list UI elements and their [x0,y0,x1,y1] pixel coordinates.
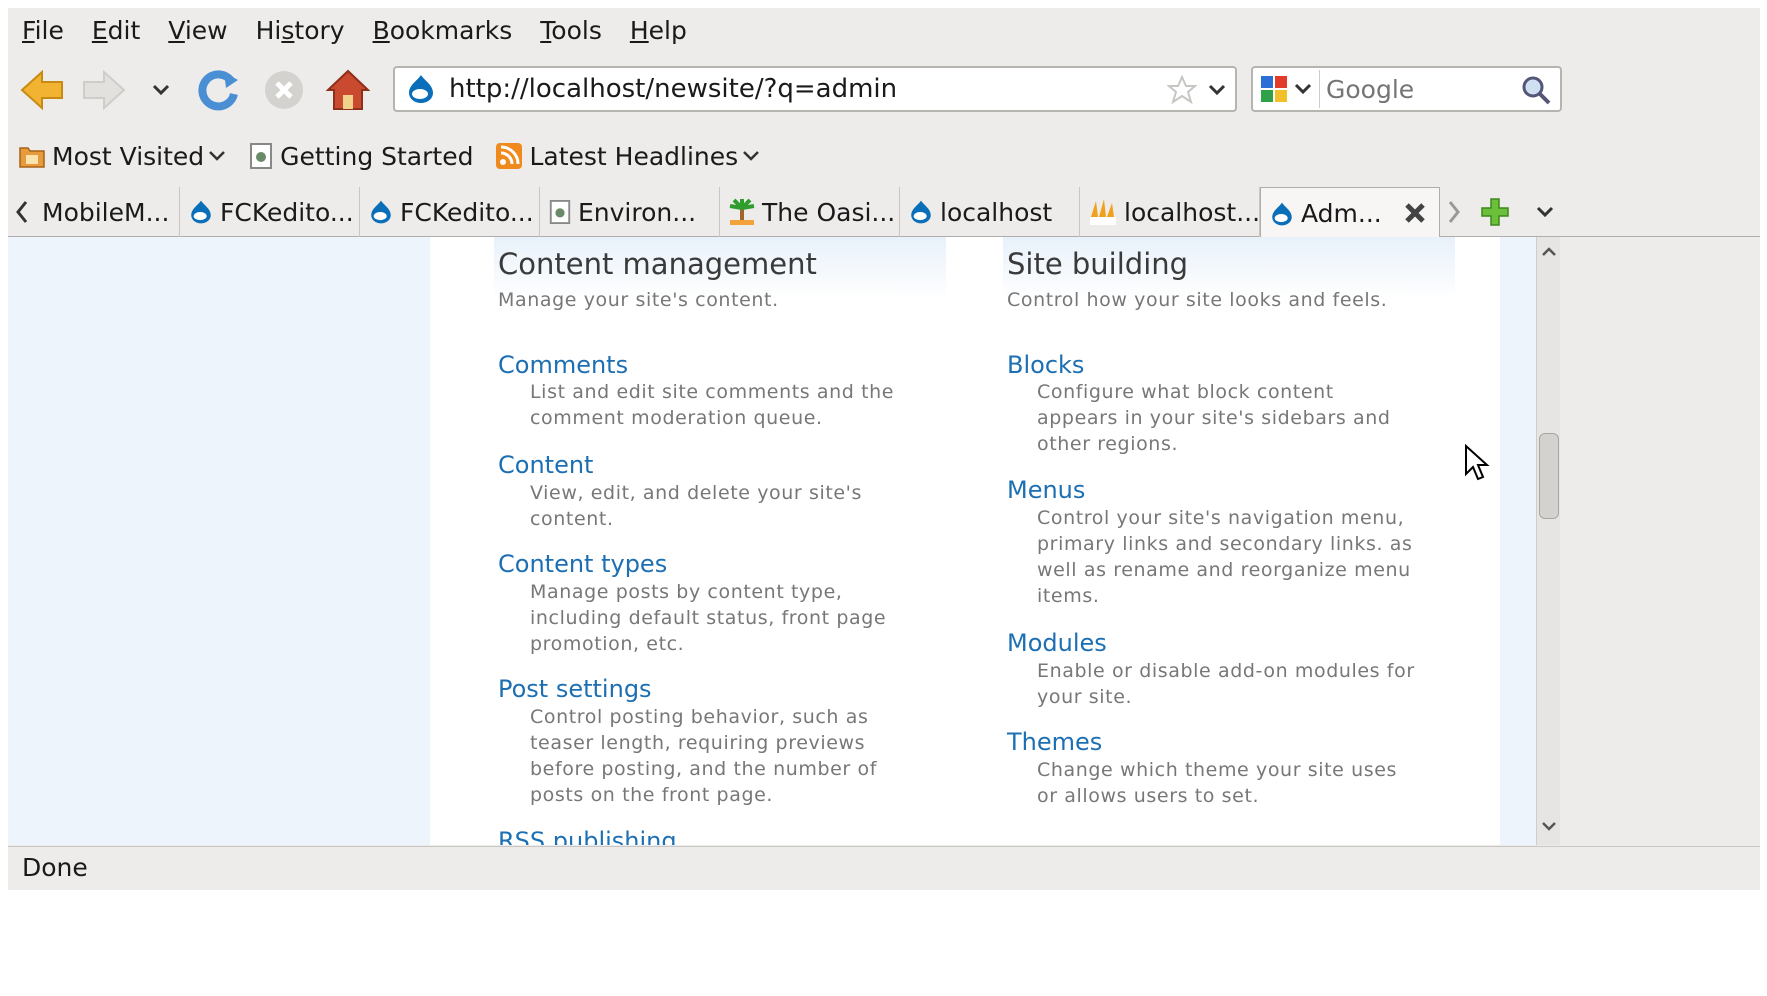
tab-admin[interactable]: Adm... [1260,187,1440,239]
navigation-toolbar: http://localhost/newsite/?q=admin [8,56,1760,124]
menu-bookmarks[interactable]: Bookmarks [373,16,527,45]
menu-help[interactable]: Help [630,16,701,45]
home-icon [326,69,370,110]
stop-button[interactable] [260,66,308,114]
search-input[interactable] [1326,74,1516,104]
vertical-scrollbar[interactable] [1536,237,1560,845]
search-engine-button[interactable] [1259,70,1320,108]
bookmark-getting-started[interactable]: Getting Started [248,142,473,171]
section-desc-content-management: Manage your site's content. [498,289,779,311]
tab-scroll-left-button[interactable] [8,187,36,237]
tab-localhost[interactable]: localhost [900,187,1080,237]
chevron-down-icon [152,84,170,96]
drupal-icon [1272,202,1292,225]
link-content-types[interactable]: Content types [498,550,667,578]
link-menus[interactable]: Menus [1007,476,1085,504]
tab-list-button[interactable] [1528,187,1562,237]
reload-icon [198,70,238,111]
drupal-icon [409,75,433,103]
desc-themes: Change which theme your site uses or all… [1037,759,1398,807]
url-bar[interactable]: http://localhost/newsite/?q=admin [393,66,1237,112]
link-post-settings[interactable]: Post settings [498,675,652,703]
palm-icon [729,198,755,225]
link-comments[interactable]: Comments [498,351,628,379]
drupal-icon [371,200,391,224]
chevron-right-icon [1448,201,1460,223]
url-dropdown-icon[interactable] [1207,83,1227,97]
tab-scroll-right-button[interactable] [1440,187,1468,237]
link-blocks[interactable]: Blocks [1007,351,1084,379]
page-sidebar [8,237,430,845]
forward-button[interactable] [80,66,128,114]
link-modules[interactable]: Modules [1007,629,1107,657]
search-icon[interactable] [1520,74,1552,106]
search-bar [1251,66,1562,112]
bookmarks-toolbar: Most Visited Getting Started Latest Head… [8,128,1760,184]
folder-icon [19,147,45,168]
desc-post-settings: Control posting behavior, such as teaser… [530,706,877,806]
menu-history[interactable]: History [256,16,359,45]
desc-content: View, edit, and delete your site's conte… [530,482,863,530]
section-desc-site-building: Control how your site looks and feels. [1007,289,1388,311]
desc-comments: List and edit site comments and the comm… [530,381,895,429]
back-arrow-icon [20,70,63,110]
browser-window: File Edit View History Bookmarks Tools H… [0,0,1767,996]
section-title-content-management: Content management [498,247,817,281]
rss-icon [496,143,523,169]
chevron-left-icon [16,201,28,223]
menu-tools[interactable]: Tools [540,16,616,45]
bookmark-star-icon[interactable] [1167,75,1197,105]
close-tab-icon[interactable] [1403,201,1427,225]
scroll-up-icon[interactable] [1541,247,1557,257]
section-title-site-building: Site building [1007,247,1189,281]
scrollbar-thumb[interactable] [1539,433,1559,519]
page-right-margin [1500,237,1536,845]
bookmark-latest-headlines[interactable]: Latest Headlines [495,142,760,171]
link-content[interactable]: Content [498,451,593,479]
link-rss-publishing[interactable]: RSS publishing [498,827,677,845]
chevron-down-icon [1294,83,1312,95]
tab-fckeditor-2[interactable]: FCKedito... [360,187,540,237]
tab-fckeditor-1[interactable]: FCKedito... [180,187,360,237]
home-button[interactable] [324,66,372,114]
url-text: http://localhost/newsite/?q=admin [449,74,898,104]
mouse-cursor-icon [1465,444,1490,481]
new-tab-button[interactable] [1476,187,1514,237]
chevron-down-icon [209,151,226,161]
desc-blocks: Configure what block content appears in … [1037,381,1391,455]
history-dropdown-button[interactable] [146,66,176,114]
menu-bar: File Edit View History Bookmarks Tools H… [8,8,1760,53]
plus-icon [1481,198,1509,226]
menu-view[interactable]: View [168,16,241,45]
chevron-down-icon [743,151,760,161]
desc-modules: Enable or disable add-on modules for you… [1037,660,1415,708]
tab-mobilem[interactable]: MobileM... [34,187,180,237]
menu-file[interactable]: File [22,16,78,45]
back-button[interactable] [18,66,66,114]
bookmark-most-visited[interactable]: Most Visited [18,142,226,171]
desc-menus: Control your site's navigation menu, pri… [1037,507,1413,607]
menu-edit[interactable]: Edit [92,16,154,45]
phpmyadmin-icon [1090,199,1116,225]
page-content: Content management Manage your site's co… [8,237,1536,845]
link-themes[interactable]: Themes [1007,728,1102,756]
status-bar: Done [8,846,1760,888]
drupal-icon [191,200,211,224]
reload-button[interactable] [194,66,242,114]
google-icon [1261,76,1287,102]
page-icon [549,200,571,224]
tab-strip: MobileM... FCKedito... FCKedito... Envir… [8,187,1760,239]
forward-arrow-icon [83,70,126,110]
chevron-down-icon [1536,206,1554,218]
page-icon [250,143,273,169]
tab-environ[interactable]: Environ... [540,187,720,237]
desc-content-types: Manage posts by content type, including … [530,581,887,655]
tab-the-oasis[interactable]: The Oasi... [720,187,900,237]
drupal-icon [911,200,931,224]
scroll-down-icon[interactable] [1541,821,1557,831]
stop-icon [265,71,303,109]
tab-localhost-pma[interactable]: localhost... [1080,187,1260,237]
status-text: Done [22,853,88,882]
